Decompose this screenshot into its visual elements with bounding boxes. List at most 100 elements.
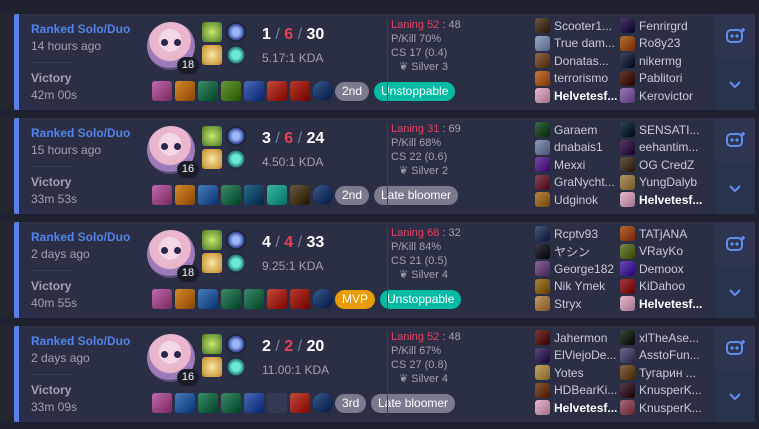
expand-button[interactable] [715, 266, 755, 318]
player-row[interactable]: TATjANA [620, 225, 710, 243]
smite-spell-icon[interactable] [202, 334, 222, 354]
expand-button[interactable] [715, 370, 755, 422]
player-row[interactable]: Rcptv93 [535, 225, 625, 243]
player-row[interactable]: True dam... [535, 35, 625, 53]
smite-spell-icon[interactable] [202, 126, 222, 146]
player-name[interactable]: Rcptv93 [554, 227, 598, 241]
player-row[interactable]: Fenrirgrd [620, 17, 710, 35]
ai-analysis-button[interactable] [715, 14, 755, 58]
player-row[interactable]: nikermg [620, 52, 710, 70]
secondary-rune-icon[interactable] [226, 253, 246, 273]
player-row[interactable]: ElViejoDe... [535, 347, 625, 365]
ai-analysis-button[interactable] [715, 118, 755, 162]
secondary-rune-icon[interactable] [226, 357, 246, 377]
player-row[interactable]: KiDahoo [620, 278, 710, 296]
item-icon[interactable] [290, 81, 310, 101]
item-icon[interactable] [267, 393, 287, 413]
item-icon[interactable] [244, 81, 264, 101]
player-row[interactable]: OG CredZ [620, 156, 710, 174]
player-name[interactable]: Pablitori [639, 71, 682, 85]
player-row[interactable]: Helvetesf... [535, 399, 625, 417]
item-icon[interactable] [175, 289, 195, 309]
player-row[interactable]: Kerovictor [620, 87, 710, 105]
player-name[interactable]: Stryx [554, 297, 581, 311]
item-icon[interactable] [221, 185, 241, 205]
match-card[interactable]: Ranked Solo/Duo 15 hours ago Victory 33m 53… [14, 118, 755, 214]
player-row[interactable]: GraNycht... [535, 174, 625, 192]
player-name[interactable]: Тугарин ... [639, 366, 696, 380]
player-name[interactable]: ヤシン [554, 243, 590, 260]
player-name[interactable]: Udginok [554, 193, 598, 207]
smite-spell-icon[interactable] [202, 22, 222, 42]
flash-spell-icon[interactable] [202, 45, 222, 65]
player-row[interactable]: eehantim... [620, 139, 710, 157]
item-icon[interactable] [244, 289, 264, 309]
player-row[interactable]: KnusperK... [620, 382, 710, 400]
player-row[interactable]: KnusperK... [620, 399, 710, 417]
player-name[interactable]: dnabais1 [554, 140, 603, 154]
player-name[interactable]: Ro8y23 [639, 36, 680, 50]
player-name[interactable]: ElViejoDe... [554, 348, 616, 362]
player-name[interactable]: terrorismo [554, 71, 608, 85]
player-row[interactable]: Jahermon [535, 329, 625, 347]
item-icon[interactable] [152, 393, 172, 413]
item-icon[interactable] [290, 393, 310, 413]
flash-spell-icon[interactable] [202, 149, 222, 169]
player-name[interactable]: eehantim... [639, 140, 698, 154]
player-row[interactable]: Ro8y23 [620, 35, 710, 53]
item-icon[interactable] [267, 81, 287, 101]
player-name[interactable]: Helvetesf... [554, 89, 617, 103]
item-icon[interactable] [152, 289, 172, 309]
secondary-rune-icon[interactable] [226, 45, 246, 65]
player-name[interactable]: Donatas... [554, 54, 609, 68]
player-name[interactable]: Helvetesf... [554, 401, 617, 415]
item-icon[interactable] [175, 185, 195, 205]
player-row[interactable]: Yotes [535, 364, 625, 382]
player-name[interactable]: Scooter1... [554, 19, 612, 33]
player-name[interactable]: Fenrirgrd [639, 19, 688, 33]
player-row[interactable]: Demoox [620, 260, 710, 278]
match-card[interactable]: Ranked Solo/Duo 2 days ago Victory 33m 09s 1… [14, 326, 755, 422]
expand-button[interactable] [715, 162, 755, 214]
player-name[interactable]: KnusperK... [639, 401, 702, 415]
match-card[interactable]: Ranked Solo/Duo 14 hours ago Victory 42m 00… [14, 14, 755, 110]
smite-spell-icon[interactable] [202, 230, 222, 250]
player-row[interactable]: Pablitori [620, 70, 710, 88]
player-name[interactable]: OG CredZ [639, 158, 694, 172]
trinket-item-icon[interactable] [313, 289, 333, 309]
expand-button[interactable] [715, 58, 755, 110]
item-icon[interactable] [244, 185, 264, 205]
ai-analysis-button[interactable] [715, 326, 755, 370]
item-icon[interactable] [221, 393, 241, 413]
player-name[interactable]: Yotes [554, 366, 584, 380]
player-name[interactable]: Jahermon [554, 331, 607, 345]
flash-spell-icon[interactable] [202, 357, 222, 377]
player-name[interactable]: KnusperK... [639, 383, 702, 397]
keystone-rune-icon[interactable] [226, 126, 246, 146]
player-row[interactable]: terrorismo [535, 70, 625, 88]
player-name[interactable]: Kerovictor [639, 89, 693, 103]
player-name[interactable]: YungDalyb [639, 175, 697, 189]
match-card[interactable]: Ranked Solo/Duo 2 days ago Victory 40m 55s 1… [14, 222, 755, 318]
item-icon[interactable] [198, 289, 218, 309]
item-icon[interactable] [175, 393, 195, 413]
player-row[interactable]: VRayKo [620, 243, 710, 261]
player-name[interactable]: SENSATI... [639, 123, 699, 137]
trinket-item-icon[interactable] [313, 185, 333, 205]
player-name[interactable]: Garaem [554, 123, 597, 137]
player-row[interactable]: Nik Ymek [535, 278, 625, 296]
player-row[interactable]: SENSATI... [620, 121, 710, 139]
item-icon[interactable] [198, 185, 218, 205]
item-icon[interactable] [221, 289, 241, 309]
player-name[interactable]: George182 [554, 262, 614, 276]
keystone-rune-icon[interactable] [226, 230, 246, 250]
player-row[interactable]: dnabais1 [535, 139, 625, 157]
player-name[interactable]: True dam... [554, 36, 615, 50]
player-row[interactable]: Donatas... [535, 52, 625, 70]
player-name[interactable]: TATjANA [639, 227, 687, 241]
player-name[interactable]: Helvetesf... [639, 193, 702, 207]
player-name[interactable]: nikermg [639, 54, 682, 68]
item-icon[interactable] [267, 289, 287, 309]
player-row[interactable]: Mexxi [535, 156, 625, 174]
item-icon[interactable] [267, 185, 287, 205]
